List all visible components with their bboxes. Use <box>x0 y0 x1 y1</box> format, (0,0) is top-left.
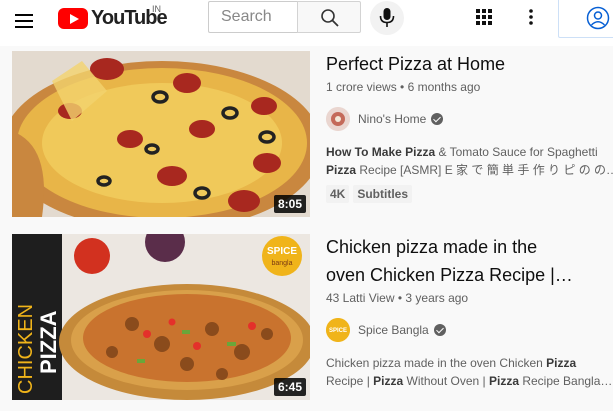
desc-bold: Pizza <box>373 374 404 388</box>
menu-icon[interactable] <box>12 9 36 33</box>
desc-text: Recipe Bangla… <box>519 374 613 388</box>
youtube-logo[interactable]: YouTube <box>58 6 168 30</box>
sign-in-button[interactable] <box>558 0 613 38</box>
voice-search-button[interactable] <box>370 1 404 35</box>
microphone-icon <box>379 8 395 27</box>
desc-bold: Pizza <box>546 356 577 370</box>
desc-text: Recipe | <box>326 374 374 388</box>
upload-age: 6 months ago <box>407 80 481 94</box>
desc-text: Without Oven | <box>403 374 489 388</box>
account-icon <box>586 6 610 30</box>
badge-4k: 4K <box>326 185 350 203</box>
desc-text: & Tomato Sauce for Spaghetti <box>435 145 598 159</box>
desc-bold: Pizza <box>326 163 357 177</box>
thumb-text-line2: PIZZA <box>36 310 61 374</box>
desc-bold: Pizza <box>488 374 519 388</box>
region-code: IN <box>152 4 161 14</box>
channel-avatar: SPICE <box>326 318 350 342</box>
desc-text: Chicken pizza made in the oven Chicken <box>326 356 547 370</box>
desc-text: Recipe [ASMR] E 家 で 簡 単 手 作 り ピ の の… <box>356 163 613 177</box>
search-input[interactable] <box>208 1 298 33</box>
search-icon <box>321 9 339 27</box>
video-thumbnail[interactable]: SPICE bangla CHICKEN PIZZA 6:45 <box>12 234 310 400</box>
video-meta: 43 Latti View • 3 years ago <box>326 291 469 305</box>
video-title[interactable]: Chicken pizza made in the oven Chicken P… <box>326 234 613 288</box>
channel-name[interactable]: Nino's Home <box>358 112 426 126</box>
video-info: Chicken pizza made in the oven Chicken P… <box>326 234 613 390</box>
channel-avatar <box>326 107 350 131</box>
video-description-line2: Pizza Recipe [ASMR] E 家 で 簡 単 手 作 り ピ の … <box>326 161 613 179</box>
badge-row: 4K Subtitles <box>326 185 613 203</box>
video-info: Perfect Pizza at Home 1 crore views • 6 … <box>326 51 613 203</box>
badge-subtitles: Subtitles <box>353 185 413 203</box>
play-logo-icon <box>58 7 88 29</box>
masthead: YouTube IN <box>0 0 613 46</box>
view-count: 43 Latti View <box>326 291 395 305</box>
channel-name[interactable]: Spice Bangla <box>358 323 429 337</box>
thumb-text-line1: CHICKEN <box>15 304 37 394</box>
video-result: SPICE bangla CHICKEN PIZZA 6:45 Chicken … <box>12 234 612 402</box>
pizza-thumbnail-image <box>12 51 310 217</box>
apps-grid-icon[interactable] <box>474 7 494 27</box>
desc-bold: How To Make Pizza <box>326 145 436 159</box>
video-title-line1: Chicken pizza made in the <box>326 237 538 257</box>
thumb-logo-line2: bangla <box>271 260 292 267</box>
chicken-pizza-thumbnail-image: SPICE bangla CHICKEN PIZZA <box>12 234 310 400</box>
verified-badge-icon <box>433 324 446 336</box>
thumb-logo-line1: SPICE <box>267 246 297 257</box>
video-title-line2: oven Chicken Pizza Recipe |… <box>326 265 573 285</box>
video-thumbnail[interactable]: 8:05 <box>12 51 310 217</box>
video-title[interactable]: Perfect Pizza at Home <box>326 51 613 77</box>
view-count: 1 crore views <box>326 80 397 94</box>
video-description: How To Make Pizza & Tomato Sauce for Spa… <box>326 143 613 161</box>
video-duration: 8:05 <box>273 195 306 213</box>
channel-row[interactable]: SPICE Spice Bangla <box>326 318 613 342</box>
more-vert-icon[interactable] <box>521 7 541 27</box>
upload-age: 3 years ago <box>405 291 469 305</box>
verified-badge-icon <box>431 113 444 125</box>
search-button[interactable] <box>297 1 361 33</box>
video-duration: 6:45 <box>273 378 306 396</box>
video-result: 8:05 Perfect Pizza at Home 1 crore views… <box>12 51 613 221</box>
svg-text:SPICE: SPICE <box>329 328 347 334</box>
video-meta: 1 crore views • 6 months ago <box>326 80 481 94</box>
channel-row[interactable]: Nino's Home <box>326 107 613 131</box>
video-description-line2: Recipe | Pizza Without Oven | Pizza Reci… <box>326 372 613 390</box>
video-description: Chicken pizza made in the oven Chicken P… <box>326 354 613 372</box>
